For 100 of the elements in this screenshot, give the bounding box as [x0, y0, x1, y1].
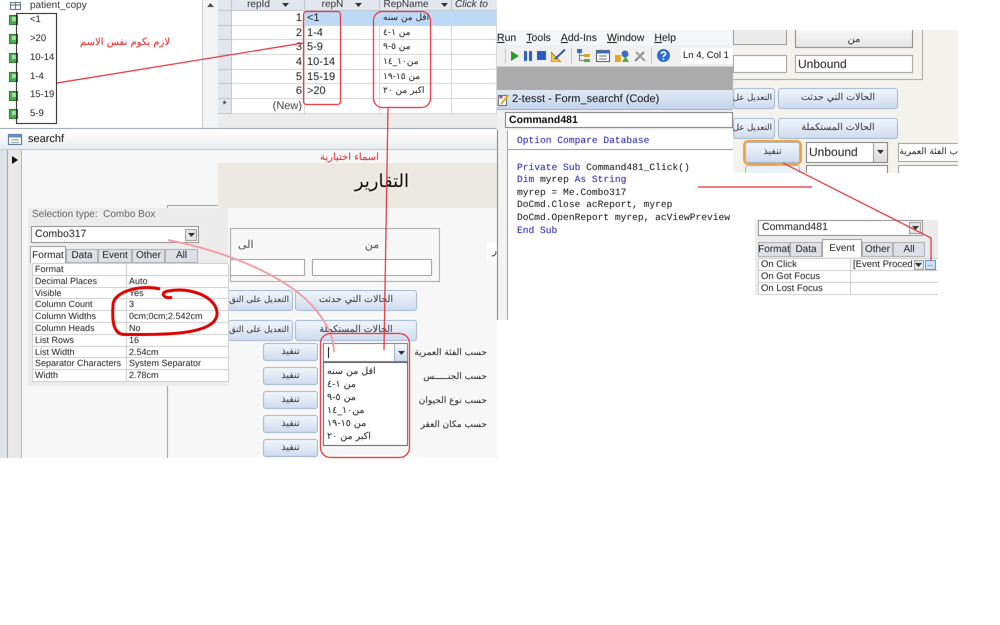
column-header[interactable]: repId	[232, 0, 305, 11]
nav-item[interactable]: 15-19	[0, 86, 56, 105]
dropdown-button[interactable]	[914, 260, 924, 270]
nav-item[interactable]: <1	[0, 11, 43, 30]
tab[interactable]: Other	[132, 248, 165, 263]
form-icon	[8, 134, 22, 144]
form-button[interactable]: الحالات التي حدثت	[778, 88, 898, 109]
menu-item[interactable]: Add-Ins	[560, 32, 597, 44]
object-combo[interactable]: Command481	[505, 112, 733, 128]
row-selector[interactable]	[218, 40, 232, 56]
row-selector[interactable]	[218, 84, 232, 100]
text-field[interactable]	[230, 259, 305, 276]
tab[interactable]: Data	[790, 242, 822, 257]
column-header[interactable]: RepName	[380, 0, 452, 11]
tools-icon	[634, 50, 646, 62]
property-field[interactable]	[851, 271, 938, 283]
form-button[interactable]: التعديل عل	[733, 118, 775, 139]
code-line: DoCmd.OpenReport myrep, acViewPreview	[517, 212, 730, 225]
tree-icon	[577, 49, 591, 62]
menu-item[interactable]: Help	[654, 32, 676, 44]
row-selector[interactable]: *	[218, 99, 232, 114]
combo-box[interactable]	[806, 165, 888, 173]
list-option[interactable]: اكبر من ٢٠	[324, 430, 407, 443]
position-indicator: Ln 4, Col 1	[681, 48, 733, 64]
list-option[interactable]: اقل من سنه	[324, 365, 407, 378]
property-name: Format	[33, 264, 127, 276]
tab[interactable]: Format	[30, 246, 66, 263]
table-cell	[452, 84, 497, 100]
nav-item[interactable]: 1-4	[0, 67, 46, 86]
tab[interactable]: Format	[758, 242, 790, 257]
list-option[interactable]: من ٥-٩	[324, 391, 407, 404]
menu-item[interactable]: Window	[607, 32, 644, 44]
table-cell	[452, 11, 497, 26]
run-button[interactable]: تنفيذ	[263, 415, 318, 433]
row-selector[interactable]	[218, 11, 232, 26]
tab[interactable]: All	[165, 248, 198, 263]
code-line: myrep = Me.Combo317	[517, 186, 626, 200]
column-header[interactable]: Click to	[452, 0, 497, 11]
scrollbar[interactable]	[203, 0, 218, 128]
dropdown-button[interactable]	[873, 142, 887, 162]
form-button[interactable]: التعديل عل	[733, 88, 775, 109]
column-header[interactable]: repN	[305, 0, 380, 11]
menu-item[interactable]: Tools	[526, 32, 551, 44]
dropdown-button[interactable]	[185, 228, 197, 240]
row-selector[interactable]	[218, 26, 232, 40]
record-selector[interactable]	[8, 150, 22, 458]
dropdown-button[interactable]	[909, 222, 921, 234]
tab[interactable]: All	[893, 242, 925, 257]
ruler-icon	[551, 49, 566, 62]
form-button[interactable]: التعديل على التق	[228, 320, 293, 341]
property-field[interactable]	[127, 264, 229, 276]
property-field[interactable]: 0cm;0cm;2.542cm	[127, 311, 229, 323]
object-combo[interactable]: Combo317	[31, 226, 199, 243]
code-line: Dim myrep As String	[517, 174, 626, 187]
list-option[interactable]: من١٠_١٤	[324, 404, 407, 417]
table-cell: 1-4	[305, 26, 380, 40]
list-option[interactable]: من ١-٤	[324, 378, 407, 391]
run-button[interactable]: تنفيذ	[263, 367, 318, 385]
nav-item[interactable]: >20	[0, 30, 48, 49]
property-field[interactable]: System Separator	[127, 358, 229, 370]
run-button[interactable]: تنفيذ	[745, 142, 800, 162]
form-button[interactable]: التعديل على التق	[228, 290, 293, 311]
property-field[interactable]: Auto	[127, 276, 229, 288]
text-field[interactable]: Unbound	[795, 55, 913, 73]
text-field[interactable]	[733, 55, 787, 73]
run-button[interactable]	[745, 165, 800, 173]
menu-item[interactable]: Run	[497, 32, 516, 44]
run-button[interactable]: تنفيذ	[263, 439, 318, 457]
property-field[interactable]: 2.54cm	[127, 346, 229, 358]
select-all-cell[interactable]	[218, 0, 232, 11]
field-label: من	[364, 238, 380, 252]
caret-icon	[398, 350, 404, 354]
property-field[interactable]	[851, 283, 938, 295]
property-name: Separator Characters	[33, 358, 127, 370]
object-combo[interactable]: Command481	[758, 220, 923, 236]
label-text: ر	[487, 243, 497, 261]
tab[interactable]: Data	[66, 248, 98, 263]
text-field[interactable]	[312, 259, 432, 276]
table-cell: 2	[232, 26, 305, 40]
form-button[interactable]: الحالات المستكملة	[778, 118, 898, 139]
code-editor[interactable]: Option Compare Database Private Sub Command481_Click() Dim myrep As String myrep = Me.Combo317 DoCmd.Close acReport, myrep DoCmd.OpenReport myrep, acViewPreview End Sub	[497, 130, 733, 320]
run-button[interactable]: تنفيذ	[263, 343, 318, 361]
annotation-text: اسماء اختيارية	[320, 152, 379, 164]
tab[interactable]: Other	[862, 242, 893, 257]
combo-box[interactable]	[323, 343, 408, 362]
stop-icon	[537, 51, 546, 60]
property-field[interactable]: 3	[127, 299, 229, 312]
run-button[interactable]: تنفيذ	[263, 391, 318, 409]
combo-box[interactable]: Unbound	[806, 142, 888, 162]
table-cell: 6	[232, 84, 305, 100]
tab[interactable]: Event	[822, 239, 862, 257]
tab[interactable]: Event	[98, 248, 132, 263]
nav-item[interactable]: 5-9	[0, 104, 46, 124]
row-selector[interactable]	[218, 70, 232, 84]
list-option[interactable]: من ١٥-١٩	[324, 417, 407, 430]
help-icon	[657, 49, 670, 62]
nav-item[interactable]: 10-14	[0, 48, 56, 68]
dropdown-button[interactable]	[394, 344, 407, 361]
property-field[interactable]: 2.78cm	[127, 370, 229, 382]
row-selector[interactable]	[218, 55, 232, 70]
